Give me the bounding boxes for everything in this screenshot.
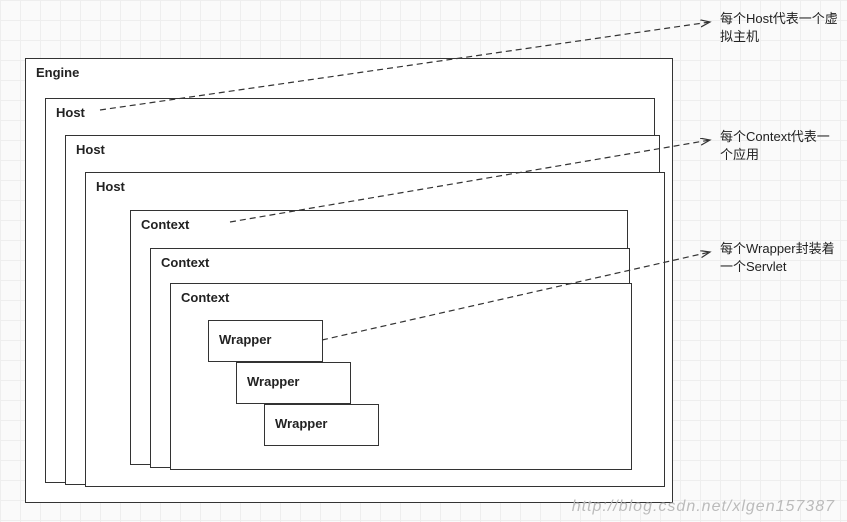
annotation-wrapper: 每个Wrapper封装着一个Servlet <box>720 240 840 276</box>
wrapper-label: Wrapper <box>275 416 328 431</box>
annotation-host-text: 每个Host代表一个虚拟主机 <box>720 11 838 44</box>
annotation-context: 每个Context代表一个应用 <box>720 128 840 164</box>
watermark: http://blog.csdn.net/xlgen157387 <box>572 498 835 516</box>
wrapper-box-1: Wrapper <box>208 320 323 362</box>
host-label: Host <box>56 105 85 120</box>
annotation-context-text: 每个Context代表一个应用 <box>720 129 830 162</box>
annotation-host: 每个Host代表一个虚拟主机 <box>720 10 840 46</box>
context-label: Context <box>161 255 209 270</box>
host-label: Host <box>76 142 105 157</box>
wrapper-box-2: Wrapper <box>236 362 351 404</box>
annotation-wrapper-text: 每个Wrapper封装着一个Servlet <box>720 241 835 274</box>
wrapper-label: Wrapper <box>219 332 272 347</box>
host-label: Host <box>96 179 125 194</box>
wrapper-box-3: Wrapper <box>264 404 379 446</box>
context-label: Context <box>141 217 189 232</box>
engine-label: Engine <box>36 65 79 80</box>
context-label: Context <box>181 290 229 305</box>
wrapper-label: Wrapper <box>247 374 300 389</box>
